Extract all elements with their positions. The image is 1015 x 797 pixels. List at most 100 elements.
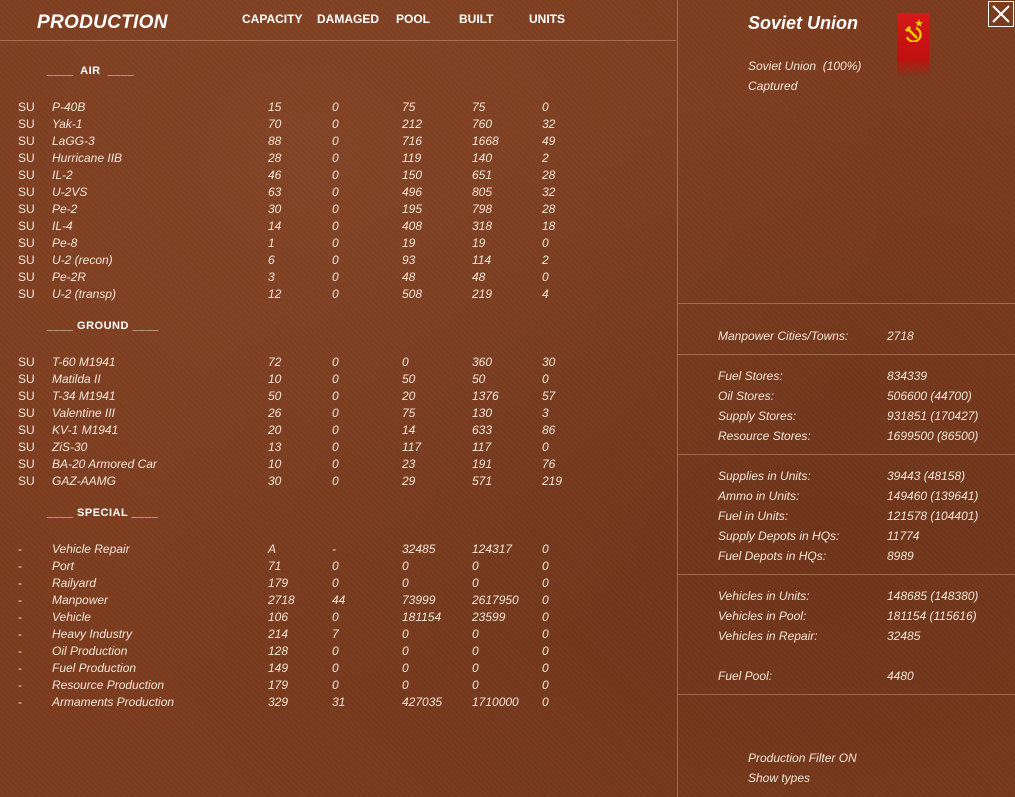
table-row[interactable]: SU U-2 (transp) 12 0 508 219 4 [0, 287, 676, 304]
capacity-value: 28 [268, 151, 282, 165]
units-value: 0 [542, 542, 549, 556]
table-row[interactable]: - Armaments Production 329 31 427035 1710000 0 [0, 695, 676, 712]
item-name: IL-2 [52, 168, 73, 182]
stat-value: 931851 (170427) [887, 409, 979, 423]
capacity-value: 71 [268, 559, 282, 573]
units-value: 76 [542, 457, 556, 471]
column-built[interactable]: BUILT [459, 12, 493, 26]
nation-code: SU [18, 270, 35, 284]
capacity-value: A [268, 542, 277, 556]
stat-value: 149460 (139641) [887, 489, 979, 503]
damaged-value: 7 [332, 627, 339, 641]
table-row[interactable]: SU LaGG-3 88 0 716 1668 49 [0, 134, 676, 151]
stat-label: Fuel Depots in HQs: [718, 549, 827, 563]
units-value: 219 [542, 474, 563, 488]
capacity-value: 2718 [268, 593, 295, 607]
built-value: 805 [472, 185, 493, 199]
stat-label: Oil Stores: [718, 389, 775, 403]
damaged-value: 0 [332, 219, 339, 233]
built-value: 0 [472, 627, 479, 641]
stat-value: 8989 [887, 549, 914, 563]
table-row[interactable]: SU T-34 M1941 50 0 20 1376 57 [0, 389, 676, 406]
table-row[interactable]: SU Matilda II 10 0 50 50 0 [0, 372, 676, 389]
table-row[interactable]: SU ZiS-30 13 0 117 117 0 [0, 440, 676, 457]
table-row[interactable]: - Manpower 2718 44 73999 2617950 0 [0, 593, 676, 610]
pool-value: 150 [402, 168, 423, 182]
pool-value: 0 [402, 576, 409, 590]
table-row[interactable]: SU U-2VS 63 0 496 805 32 [0, 185, 676, 202]
column-units[interactable]: UNITS [529, 12, 565, 26]
table-row[interactable]: - Railyard 179 0 0 0 0 [0, 576, 676, 593]
table-row[interactable]: - Heavy Industry 214 7 0 0 0 [0, 627, 676, 644]
damaged-value: 0 [332, 372, 339, 386]
nation-code: SU [18, 202, 35, 216]
damaged-value: 0 [332, 644, 339, 658]
table-row[interactable]: - Port 71 0 0 0 0 [0, 559, 676, 576]
stat-label: Supply Depots in HQs: [718, 529, 840, 543]
units-value: 3 [542, 406, 549, 420]
table-row[interactable]: - Resource Production 179 0 0 0 0 [0, 678, 676, 695]
damaged-value: 0 [332, 134, 339, 148]
column-damaged[interactable]: DAMAGED [317, 12, 379, 26]
capacity-value: 14 [268, 219, 282, 233]
damaged-value: 0 [332, 185, 339, 199]
production-header: PRODUCTION CAPACITY DAMAGED POOL BUILT U… [0, 0, 676, 41]
nation-code: SU [18, 168, 35, 182]
divider [678, 303, 1015, 304]
pool-value: 20 [402, 389, 416, 403]
stat-row: Vehicles in Pool: 181154 (115616) [678, 609, 1015, 627]
damaged-value: 0 [332, 661, 339, 675]
pool-value: 427035 [402, 695, 443, 709]
table-row[interactable]: SU IL-4 14 0 408 318 18 [0, 219, 676, 236]
nation-code: SU [18, 134, 35, 148]
divider [678, 574, 1015, 575]
nation-panel: Soviet Union Soviet Union (100%) Capture… [677, 0, 1015, 797]
table-row[interactable]: SU Pe-2R 3 0 48 48 0 [0, 270, 676, 287]
table-row[interactable]: SU BA-20 Armored Car 10 0 23 191 76 [0, 457, 676, 474]
table-row[interactable]: SU GAZ-AAMG 30 0 29 571 219 [0, 474, 676, 491]
capacity-value: 10 [268, 372, 282, 386]
table-row[interactable]: SU Hurricane IIB 28 0 119 140 2 [0, 151, 676, 168]
stat-row: Fuel Stores: 834339 [678, 369, 1015, 387]
pool-value: 29 [402, 474, 416, 488]
built-value: 124317 [472, 542, 513, 556]
capacity-value: 106 [268, 610, 289, 624]
table-row[interactable]: SU T-60 M1941 72 0 0 360 30 [0, 355, 676, 372]
item-name: Oil Production [52, 644, 128, 658]
built-value: 191 [472, 457, 493, 471]
nation-control: Soviet Union (100%) [748, 59, 862, 73]
table-row[interactable]: SU P-40B 15 0 75 75 0 [0, 100, 676, 117]
item-name: T-60 M1941 [52, 355, 116, 369]
stat-value: 148685 (148380) [887, 589, 979, 603]
table-row[interactable]: - Vehicle 106 0 181154 23599 0 [0, 610, 676, 627]
built-value: 1668 [472, 134, 499, 148]
table-row[interactable]: SU IL-2 46 0 150 651 28 [0, 168, 676, 185]
table-row[interactable]: SU Pe-8 1 0 19 19 0 [0, 236, 676, 253]
table-row[interactable]: SU KV-1 M1941 20 0 14 633 86 [0, 423, 676, 440]
capacity-value: 10 [268, 457, 282, 471]
close-button[interactable] [988, 1, 1014, 27]
table-row[interactable]: SU Yak-1 70 0 212 760 32 [0, 117, 676, 134]
built-value: 2617950 [472, 593, 519, 607]
table-row[interactable]: - Vehicle Repair A - 32485 124317 0 [0, 542, 676, 559]
damaged-value: 0 [332, 440, 339, 454]
nation-code: SU [18, 117, 35, 131]
table-row[interactable]: SU Valentine III 26 0 75 130 3 [0, 406, 676, 423]
capacity-value: 12 [268, 287, 282, 301]
pool-value: 508 [402, 287, 423, 301]
table-row[interactable]: - Fuel Production 149 0 0 0 0 [0, 661, 676, 678]
stat-value: 2718 [887, 329, 914, 343]
column-pool[interactable]: POOL [396, 12, 430, 26]
units-value: 30 [542, 355, 556, 369]
table-row[interactable]: SU Pe-2 30 0 195 798 28 [0, 202, 676, 219]
nation-code: SU [18, 236, 35, 250]
stat-label: Manpower Cities/Towns: [718, 329, 849, 343]
production-filter-toggle[interactable]: Production Filter ON [748, 751, 857, 765]
table-row[interactable]: SU U-2 (recon) 6 0 93 114 2 [0, 253, 676, 270]
table-row[interactable]: - Oil Production 128 0 0 0 0 [0, 644, 676, 661]
units-value: 0 [542, 100, 549, 114]
capacity-value: 70 [268, 117, 282, 131]
show-types-toggle[interactable]: Show types [748, 771, 810, 785]
built-value: 114 [472, 253, 492, 267]
column-capacity[interactable]: CAPACITY [242, 12, 302, 26]
